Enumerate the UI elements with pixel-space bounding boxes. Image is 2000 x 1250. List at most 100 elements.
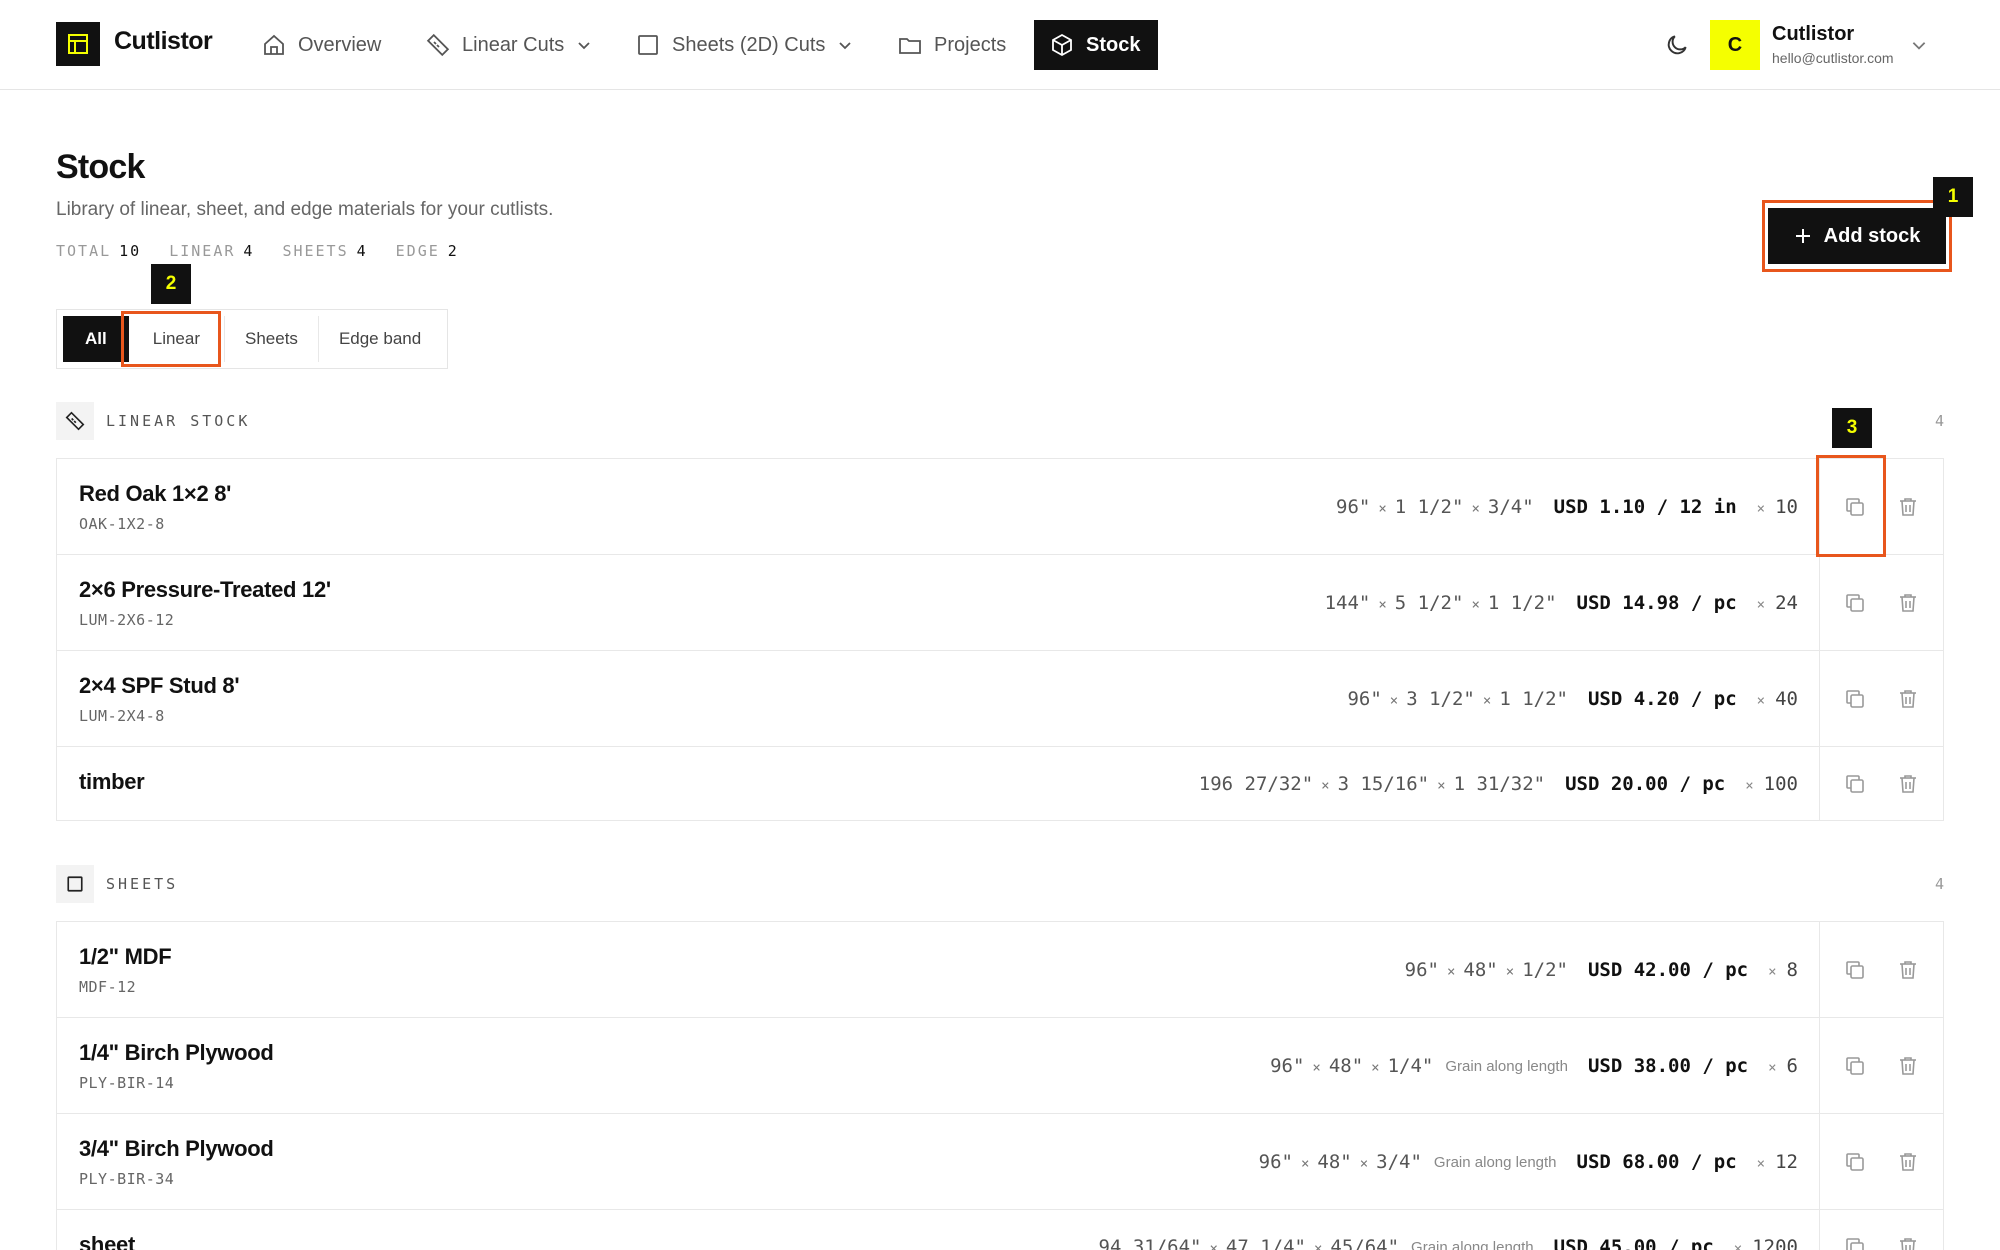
layout-icon bbox=[68, 34, 88, 54]
linear-stock-list: Red Oak 1×2 8' OAK-1X2-8 96" × 1 1/2" × 3/4"… bbox=[56, 458, 1944, 821]
trash-icon[interactable] bbox=[1896, 1054, 1920, 1078]
table-row[interactable]: Red Oak 1×2 8' OAK-1X2-8 96" × 1 1/2" × 3/4"… bbox=[57, 459, 1943, 555]
duplicate-icon[interactable] bbox=[1843, 958, 1867, 982]
stock-quantity: × 24 bbox=[1756, 592, 1798, 614]
stock-sku: LUM-2X6-12 bbox=[79, 611, 175, 629]
section-label: SHEETS bbox=[106, 875, 179, 893]
stock-name: 1/4" Birch Plywood bbox=[79, 1040, 274, 1065]
add-stock-button[interactable]: Add stock bbox=[1768, 208, 1946, 264]
user-name[interactable]: Cutlistor bbox=[1772, 23, 1854, 46]
add-stock-label: Add stock bbox=[1823, 224, 1921, 247]
sheets-list: 1/2" MDF MDF-12 96" × 48" × 1/2" USD 42.00 /… bbox=[56, 921, 1944, 1250]
trash-icon[interactable] bbox=[1896, 687, 1920, 711]
tab-all[interactable]: All bbox=[63, 316, 129, 362]
stock-sku: OAK-1X2-8 bbox=[79, 515, 165, 533]
stat-total: TOTAL 10 bbox=[56, 242, 142, 260]
trash-icon[interactable] bbox=[1896, 958, 1920, 982]
duplicate-icon[interactable] bbox=[1843, 1150, 1867, 1174]
stock-quantity: × 6 bbox=[1768, 1055, 1798, 1077]
grain-direction: Grain along length bbox=[1445, 1057, 1568, 1075]
nav-projects-label: Projects bbox=[934, 33, 1007, 56]
sheets-section-header: SHEETS 4 bbox=[56, 865, 1944, 903]
stock-name: 1/2" MDF bbox=[79, 944, 172, 969]
stock-price: USD 68.00 / pc bbox=[1576, 1151, 1737, 1173]
table-row[interactable]: sheet 94 31/64" × 47 1/4" × 45/64" Grain alo… bbox=[57, 1210, 1943, 1250]
table-row[interactable]: timber 196 27/32" × 3 15/16" × 1 31/32" USD … bbox=[57, 747, 1943, 821]
row-actions bbox=[1819, 651, 1943, 746]
stock-info: 144" × 5 1/2" × 1 1/2" USD 14.98 / pc × 24 bbox=[1325, 555, 1798, 651]
stock-price: USD 45.00 / pc bbox=[1553, 1236, 1714, 1250]
nav-sheet-cuts[interactable]: Sheets (2D) Cuts bbox=[620, 20, 869, 70]
table-row[interactable]: 2×4 SPF Stud 8' LUM-2X4-8 96" × 3 1/2" × 1 1… bbox=[57, 651, 1943, 747]
stock-price: USD 1.10 / 12 in bbox=[1553, 496, 1737, 518]
stock-dimensions: 144" × 5 1/2" × 1 1/2" bbox=[1324, 592, 1557, 614]
duplicate-icon[interactable] bbox=[1843, 772, 1867, 796]
nav-stock[interactable]: Stock bbox=[1034, 20, 1158, 70]
table-row[interactable]: 1/2" MDF MDF-12 96" × 48" × 1/2" USD 42.00 /… bbox=[57, 922, 1943, 1018]
grain-direction: Grain along length bbox=[1433, 1153, 1557, 1171]
chevron-down-icon[interactable] bbox=[1910, 36, 1928, 54]
nav-sheet-cuts-label: Sheets (2D) Cuts bbox=[672, 33, 826, 56]
stock-sku: LUM-2X4-8 bbox=[79, 707, 165, 725]
stock-dimensions: 96" × 3 1/2" × 1 1/2" bbox=[1347, 688, 1568, 710]
grain-direction: Grain along length bbox=[1411, 1238, 1534, 1250]
stock-stats: TOTAL 10 LINEAR 4 SHEETS 4 EDGE 2 bbox=[56, 242, 459, 260]
tab-sheets[interactable]: Sheets bbox=[225, 316, 319, 362]
duplicate-icon[interactable] bbox=[1843, 1054, 1867, 1078]
folder-icon bbox=[899, 38, 921, 54]
section-count: 4 bbox=[1934, 875, 1944, 893]
stock-filter-tabs: All Linear Sheets Edge band bbox=[56, 309, 448, 369]
duplicate-icon[interactable] bbox=[1843, 591, 1867, 615]
table-row[interactable]: 3/4" Birch Plywood PLY-BIR-34 96" × 48" × 3/… bbox=[57, 1114, 1943, 1210]
table-row[interactable]: 2×6 Pressure-Treated 12' LUM-2X6-12 144"… bbox=[57, 555, 1943, 651]
stock-quantity: × 100 bbox=[1745, 773, 1798, 795]
top-navigation-bar: Cutlistor Overview Linear Cuts Sheets (2… bbox=[0, 0, 2000, 90]
user-email: hello@cutlistor.com bbox=[1772, 50, 1894, 66]
trash-icon[interactable] bbox=[1896, 591, 1920, 615]
stock-price: USD 4.20 / pc bbox=[1587, 688, 1737, 710]
row-actions bbox=[1819, 1018, 1943, 1113]
brand-name[interactable]: Cutlistor bbox=[114, 27, 213, 56]
stock-quantity: × 12 bbox=[1756, 1151, 1798, 1173]
row-actions bbox=[1819, 922, 1943, 1017]
stock-price: USD 20.00 / pc bbox=[1565, 773, 1726, 795]
row-actions bbox=[1819, 1210, 1943, 1250]
stock-dimensions: 96" × 48" × 1/2" bbox=[1404, 959, 1568, 981]
stock-info: 96" × 1 1/2" × 3/4" USD 1.10 / 12 in × 10 bbox=[1336, 459, 1798, 555]
row-actions bbox=[1819, 1114, 1943, 1209]
nav-overview[interactable]: Overview bbox=[246, 20, 397, 70]
box-icon bbox=[1052, 33, 1072, 57]
trash-icon[interactable] bbox=[1896, 495, 1920, 519]
moon-icon[interactable] bbox=[1664, 32, 1690, 58]
ruler-icon bbox=[65, 411, 85, 431]
row-actions bbox=[1819, 747, 1943, 820]
section-icon-box bbox=[56, 402, 94, 440]
duplicate-icon[interactable] bbox=[1843, 687, 1867, 711]
table-row[interactable]: 1/4" Birch Plywood PLY-BIR-14 96" × 48" × 1/… bbox=[57, 1018, 1943, 1114]
trash-icon[interactable] bbox=[1896, 1235, 1920, 1250]
stock-name: timber bbox=[79, 769, 145, 794]
stock-info: 96" × 48" × 1/2" USD 42.00 / pc × 8 bbox=[1405, 922, 1798, 1018]
chevron-down-icon bbox=[839, 42, 852, 50]
stock-info: 96" × 48" × 1/4" Grain along length USD 38.0… bbox=[1270, 1018, 1798, 1114]
annotation-badge-1: 1 bbox=[1933, 177, 1973, 217]
stock-dimensions: 96" × 1 1/2" × 3/4" bbox=[1336, 496, 1534, 518]
section-icon-box bbox=[56, 865, 94, 903]
stat-edge: EDGE 2 bbox=[395, 242, 459, 260]
page-title: Stock bbox=[56, 148, 145, 186]
stock-price: USD 38.00 / pc bbox=[1587, 1055, 1749, 1077]
nav-linear-cuts[interactable]: Linear Cuts bbox=[410, 20, 608, 70]
stock-dimensions: 96" × 48" × 3/4" bbox=[1258, 1151, 1422, 1173]
stock-price: USD 42.00 / pc bbox=[1587, 959, 1749, 981]
avatar[interactable]: C bbox=[1710, 20, 1760, 70]
nav-projects[interactable]: Projects bbox=[882, 20, 1022, 70]
stock-name: 2×4 SPF Stud 8' bbox=[79, 673, 240, 698]
tab-edge-band[interactable]: Edge band bbox=[319, 316, 441, 362]
app-logo[interactable] bbox=[56, 22, 100, 66]
stock-info: 96" × 3 1/2" × 1 1/2" USD 4.20 / pc × 40 bbox=[1347, 651, 1798, 747]
trash-icon[interactable] bbox=[1896, 1150, 1920, 1174]
trash-icon[interactable] bbox=[1896, 772, 1920, 796]
stock-name: Red Oak 1×2 8' bbox=[79, 481, 232, 506]
duplicate-icon[interactable] bbox=[1843, 1235, 1867, 1250]
square-icon bbox=[67, 876, 83, 892]
